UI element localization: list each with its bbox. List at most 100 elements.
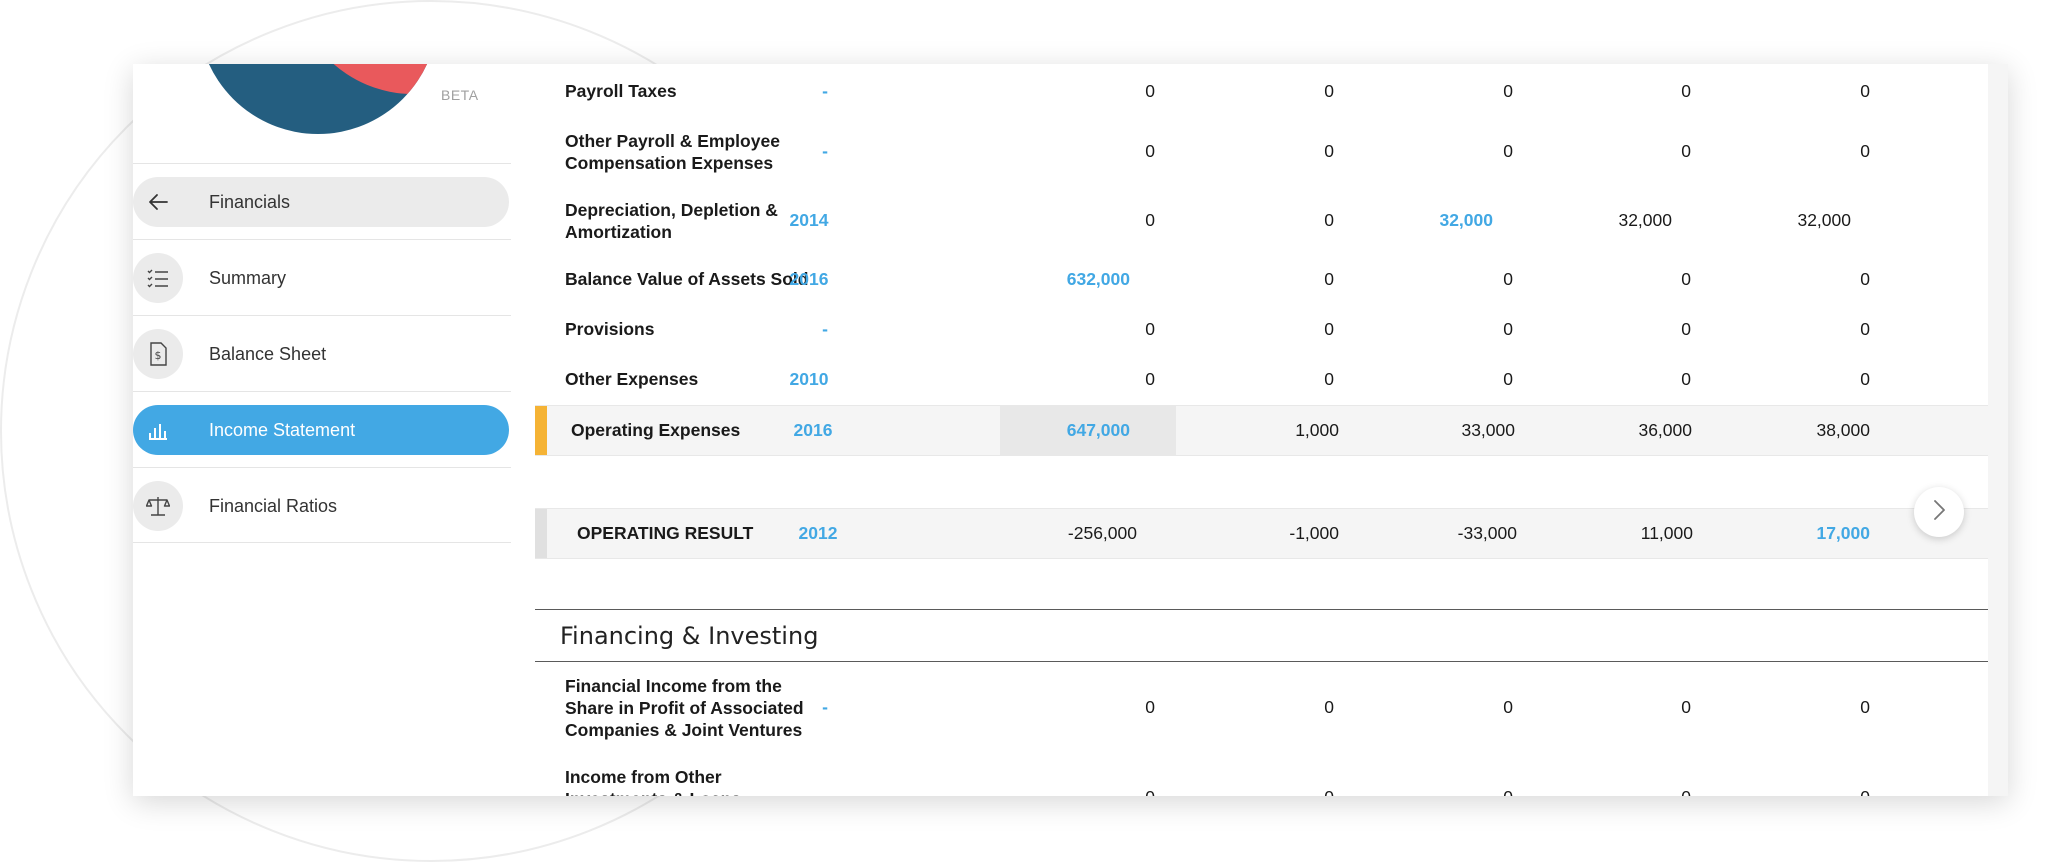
row-year-link[interactable]: - [785,319,865,340]
table-cell: 0 [1551,787,1691,796]
table-cell: 0 [1015,787,1155,796]
table-cell: 0 [1324,81,1334,101]
table-row: Other Expenses 2010 0 0 0 0 0 [535,368,1988,392]
scroll-edge [1988,64,2008,796]
sidebar-item-label: Balance Sheet [209,343,327,364]
table-cell: 0 [1681,319,1691,339]
row-year-link[interactable]: 2016 [773,420,853,441]
table-cell: 0 [1860,141,1870,161]
table-row: Financial Income from the Share in Profit… [535,675,1988,741]
table-cell: 11,000 [1640,523,1693,543]
section-title: Financing & Investing [560,622,819,650]
table-cell: 1,000 [1295,420,1339,440]
table-row: Provisions - 0 0 0 0 0 [535,318,1988,342]
table-cell: 0 [1503,269,1513,289]
sidebar-item-financials[interactable]: Financials [133,163,511,239]
row-year-link[interactable]: - [785,697,865,718]
table-cell-highlight: 17,000 [1816,523,1870,543]
sidebar-item-label: Financial Ratios [209,495,338,516]
table-cell: 0 [1145,369,1155,389]
sidebar-item-income-statement[interactable]: Income Statement [133,391,511,467]
table-cell-highlight: 632,000 [1066,269,1130,289]
table-cell: 0 [1324,319,1334,339]
table-cell: 0 [1860,319,1870,339]
app-card: BETA Financials Summary $ Balance Sheet … [133,64,2008,796]
table-cell: 0 [1503,141,1513,161]
next-columns-button[interactable] [1914,487,1964,537]
table-cell: 0 [1681,141,1691,161]
table-cell: 0 [1324,369,1334,389]
table-cell: 0 [1860,697,1870,717]
table-cell: 0 [1681,369,1691,389]
sidebar-item-label: Summary [209,267,287,288]
sidebar-item-balance-sheet[interactable]: $ Balance Sheet [133,315,511,391]
table-row-result: OPERATING RESULT 2012 -256,000 -1,000 -3… [535,508,1988,559]
sidebar-item-financial-ratios[interactable]: Financial Ratios [133,467,511,543]
table-cell: -33,000 [1457,523,1517,543]
row-year-link[interactable]: - [785,141,865,162]
table-cell: 0 [1324,269,1334,289]
table-cell: 0 [1860,81,1870,101]
list-icon [133,253,183,303]
row-label: Provisions [565,319,655,339]
table-cell: 0 [1324,697,1334,717]
table-cell-highlight: 32,000 [1439,210,1493,230]
row-label: Financial Income from the Share in Profit… [565,676,804,740]
sidebar: Financials Summary $ Balance Sheet Incom… [133,163,511,543]
table-cell: 0 [1145,697,1155,717]
chevron-right-icon [1931,498,1947,527]
row-label: OPERATING RESULT [577,523,754,543]
table-row-total: Operating Expenses 2016 647,000 1,000 33… [535,405,1988,456]
row-year-link[interactable]: 2012 [778,523,858,544]
table-cell: 0 [1324,210,1334,230]
table-cell: 0 [1503,81,1513,101]
row-label: Other Payroll & Employee Compensation Exp… [565,131,780,173]
table-cell: -256,000 [1067,523,1137,543]
table-cell: 0 [1681,697,1691,717]
row-year-link[interactable]: 2010 [769,369,849,390]
table-cell: 0 [1324,141,1334,161]
row-year-link[interactable]: 2014 [769,210,849,231]
table-cell: 0 [1681,269,1691,289]
table-cell: 0 [1194,787,1334,796]
row-accent-bar [535,406,547,455]
section-header-financing: Financing & Investing [535,609,1988,662]
table-cell: 0 [1860,369,1870,389]
table-cell: 32,000 [1797,210,1851,230]
table-cell-highlight: 647,000 [1066,420,1130,440]
row-year-link[interactable]: 2016 [769,269,849,290]
row-label: Income from OtherInvestments & Loans [565,767,741,796]
app-logo [198,64,438,134]
row-label: Payroll Taxes [565,81,677,101]
table-cell: 0 [1860,269,1870,289]
table-cell: 0 [1145,319,1155,339]
row-year-link[interactable]: - [785,81,865,102]
table-row: Payroll Taxes - 0 0 0 0 0 [535,80,1988,104]
table-cell: 0 [1681,81,1691,101]
table-cell: 32,000 [1618,210,1672,230]
row-label: Depreciation, Depletion & Amortization [565,200,778,242]
table-cell: 0 [1373,787,1513,796]
table-cell: -1,000 [1289,523,1339,543]
table-cell: 0 [1503,697,1513,717]
sidebar-item-label: Financials [209,191,291,212]
table-cell: 36,000 [1638,420,1692,440]
table-row: Other Payroll & Employee Compensation Exp… [535,130,1988,174]
bar-chart-icon [133,405,183,455]
row-accent-bar [535,509,547,558]
table-cell: 0 [1145,141,1155,161]
table-cell: 0 [1145,210,1155,230]
arrow-left-icon [133,177,183,227]
row-label: Operating Expenses [571,420,741,440]
beta-label: BETA [441,87,479,103]
table-cell: 0 [1730,787,1870,796]
sidebar-item-label: Income Statement [209,419,356,440]
table-row: Balance Value of Assets Sold 2016 632,00… [535,268,1988,292]
row-label: Other Expenses [565,369,699,389]
sidebar-item-summary[interactable]: Summary [133,239,511,315]
table-cell: 0 [1145,81,1155,101]
table-cell: 0 [1503,369,1513,389]
svg-text:$: $ [155,349,162,362]
scale-icon [133,481,183,531]
table-cell: 38,000 [1816,420,1870,440]
